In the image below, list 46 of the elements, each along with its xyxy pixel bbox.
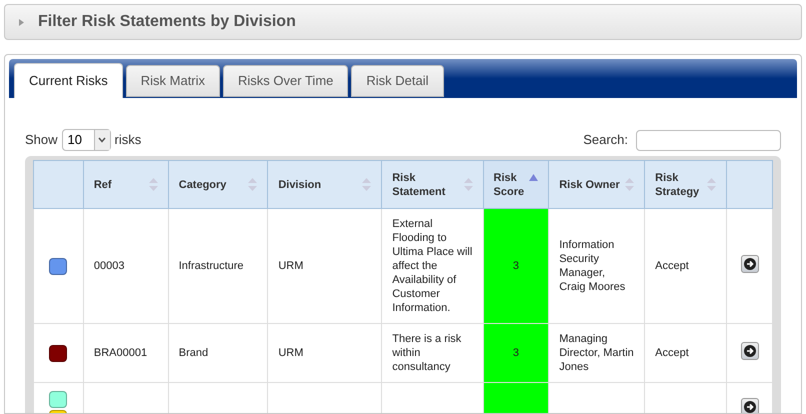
header-label: Risk Statement (392, 170, 446, 198)
tab[interactable]: Current Risks (14, 63, 123, 98)
column-header[interactable]: Risk Owner (548, 160, 645, 208)
open-details-button[interactable] (740, 342, 759, 360)
table-cell: Infrastructure (178, 260, 244, 272)
show-label: Show (25, 131, 58, 150)
column-header[interactable]: Ref (83, 160, 168, 208)
open-details-button[interactable] (740, 255, 759, 273)
header-label: Risk Score (494, 170, 526, 198)
arrow-right-icon (744, 345, 756, 357)
table-cell: External Flooding to Ultima Place will affect the Availability of Customer Information. (392, 218, 472, 314)
table-cell: BRA00001 (94, 347, 148, 359)
arrow-right-icon (744, 258, 756, 270)
column-header[interactable]: Division (268, 160, 382, 208)
column-header[interactable]: Risk Statement (382, 160, 484, 208)
filter-panel-header[interactable]: Filter Risk Statements by Division (4, 4, 802, 40)
header-label: Ref (94, 178, 112, 192)
header-label: Division (278, 178, 322, 192)
tab[interactable]: Risk Matrix (126, 65, 220, 97)
page-size-select[interactable]: 10 (62, 129, 111, 151)
column-header[interactable]: Risk Score (483, 160, 549, 208)
dropdown-icon (98, 137, 106, 143)
risks-label: risks (114, 131, 142, 150)
arrow-right-icon (744, 401, 756, 413)
score-cell: 3 (483, 208, 549, 324)
tab[interactable]: Risk Detail (351, 65, 444, 97)
panel-title: Filter Risk Statements by Division (38, 12, 296, 32)
open-details-button[interactable] (740, 398, 759, 413)
search-field[interactable] (636, 130, 781, 150)
table-cell: URM (278, 347, 304, 359)
table-cell: Accept (655, 260, 689, 272)
score-cell: 3 (483, 324, 549, 382)
column-header[interactable]: Category (168, 160, 268, 208)
tab[interactable]: Risks Over Time (223, 65, 348, 97)
search-label: Search: (583, 131, 628, 150)
table-cell: 00003 (94, 260, 124, 272)
column-header[interactable]: Risk Strategy (644, 160, 727, 208)
table-cell: There is a risk within consultancy (392, 333, 462, 373)
header-label: Category (178, 178, 226, 192)
table-cell: Accept (655, 347, 689, 359)
table-cell: Information Security Manager, Craig Moores (559, 239, 626, 293)
header-label: Risk Owner (559, 178, 620, 192)
header-label: Risk Strategy (655, 170, 700, 198)
table-cell: URM (278, 260, 304, 272)
table-cell: Managing Director, Martin Jones (559, 333, 634, 373)
table-cell: Brand (178, 347, 208, 359)
